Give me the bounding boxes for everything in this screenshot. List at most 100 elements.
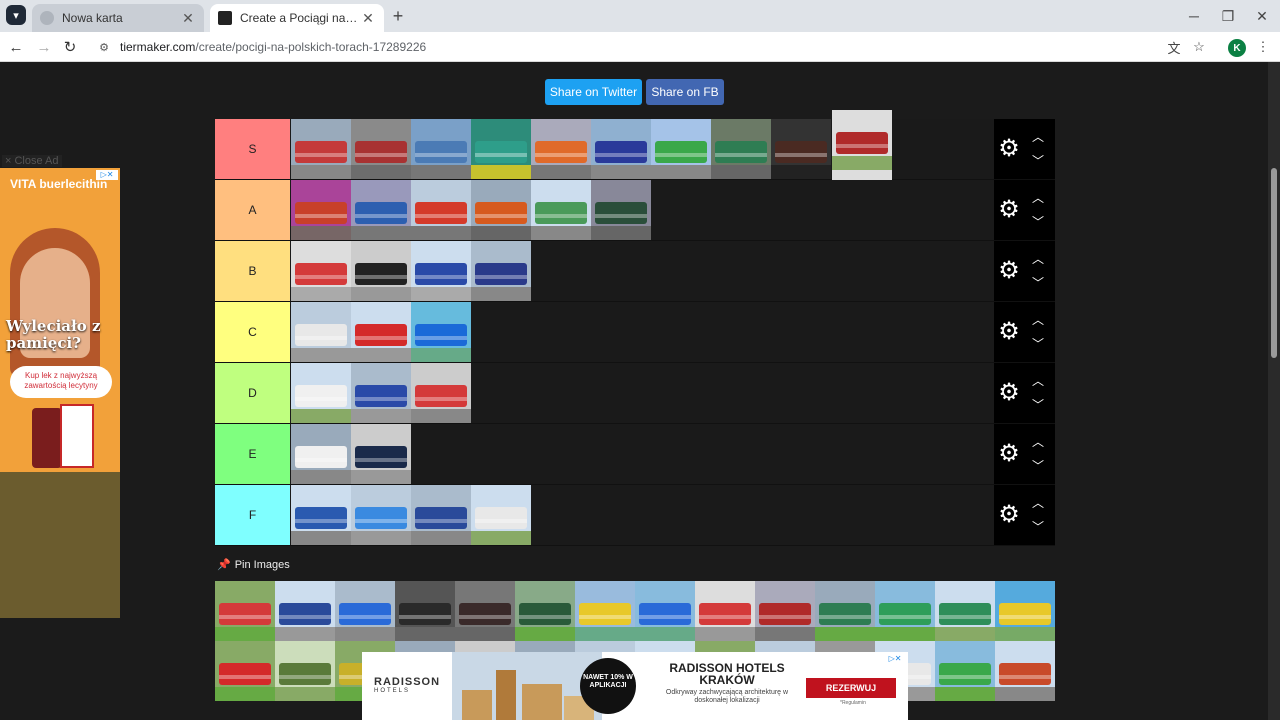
tier-label[interactable]: S xyxy=(215,119,290,179)
chevron-up-icon[interactable]: ︿ xyxy=(1030,251,1046,266)
translate-icon[interactable]: 文 xyxy=(1164,37,1184,57)
pool-image[interactable] xyxy=(875,581,935,641)
tier-image[interactable] xyxy=(351,241,411,301)
minimize-icon[interactable]: ─ xyxy=(1182,6,1206,26)
chevron-up-icon[interactable]: ︿ xyxy=(1030,434,1046,449)
gear-icon[interactable]: ⚙ xyxy=(998,319,1020,345)
tier-image[interactable] xyxy=(411,302,471,362)
tier-image[interactable] xyxy=(291,424,351,484)
tier-label[interactable]: A xyxy=(215,180,290,240)
ad-cta[interactable]: Kup lek z najwyższą zawartością lecytyny xyxy=(10,366,112,398)
address-bar[interactable]: ⚙ tiermaker.com/create/pocigi-na-polskic… xyxy=(88,35,1218,59)
pool-image[interactable] xyxy=(995,581,1055,641)
gear-icon[interactable]: ⚙ xyxy=(998,258,1020,284)
pool-image[interactable] xyxy=(755,581,815,641)
tier-image[interactable] xyxy=(531,180,591,240)
tab-tiermaker[interactable]: Create a Pociągi na Polskich Torach ✕ xyxy=(210,4,384,32)
tier-image[interactable] xyxy=(471,241,531,301)
pool-image[interactable] xyxy=(635,581,695,641)
tier-items[interactable] xyxy=(291,302,993,362)
side-advertisement[interactable]: VITA buerlecithin ▷✕ Wyleciało z pamięci… xyxy=(0,168,120,618)
gear-icon[interactable]: ⚙ xyxy=(998,136,1020,162)
tab-new-tab[interactable]: Nowa karta ✕ xyxy=(32,4,204,32)
pool-image[interactable] xyxy=(695,581,755,641)
tab-search-icon[interactable]: ▾ xyxy=(6,5,26,25)
tier-items[interactable] xyxy=(291,485,993,545)
pin-images-header[interactable]: 📌 Pin Images xyxy=(217,558,290,572)
pool-image[interactable] xyxy=(275,581,335,641)
profile-avatar[interactable]: K xyxy=(1228,39,1246,57)
tier-image[interactable] xyxy=(351,485,411,545)
dragged-image[interactable] xyxy=(832,110,892,180)
chevron-down-icon[interactable]: ﹀ xyxy=(1030,153,1046,168)
chevron-up-icon[interactable]: ︿ xyxy=(1030,129,1046,144)
reload-icon[interactable]: ↻ xyxy=(60,37,80,57)
tier-image[interactable] xyxy=(591,119,651,179)
pool-image[interactable] xyxy=(215,641,275,701)
tier-label[interactable]: F xyxy=(215,485,290,545)
tier-image[interactable] xyxy=(351,180,411,240)
tier-image[interactable] xyxy=(411,363,471,423)
tier-image[interactable] xyxy=(291,302,351,362)
site-settings-icon[interactable]: ⚙ xyxy=(94,41,114,54)
pool-image[interactable] xyxy=(335,581,395,641)
tier-items[interactable] xyxy=(291,363,993,423)
bottom-advertisement[interactable]: RADISSON HOTELS NAWET 10% W APLIKACJI RAD… xyxy=(362,652,908,720)
back-icon[interactable]: ← xyxy=(6,37,26,57)
tier-items[interactable] xyxy=(291,424,993,484)
tier-image[interactable] xyxy=(591,180,651,240)
dragged-image-thumb[interactable] xyxy=(832,110,892,180)
tier-image[interactable] xyxy=(291,180,351,240)
tier-image[interactable] xyxy=(351,302,411,362)
chevron-down-icon[interactable]: ﹀ xyxy=(1030,458,1046,473)
chevron-up-icon[interactable]: ︿ xyxy=(1030,495,1046,510)
pool-image[interactable] xyxy=(995,641,1055,701)
tier-label[interactable]: E xyxy=(215,424,290,484)
gear-icon[interactable]: ⚙ xyxy=(998,197,1020,223)
tier-image[interactable] xyxy=(291,119,351,179)
adchoices-icon[interactable]: ▷✕ xyxy=(96,170,118,180)
pool-image[interactable] xyxy=(455,581,515,641)
chevron-down-icon[interactable]: ﹀ xyxy=(1030,214,1046,229)
tier-image[interactable] xyxy=(771,119,831,179)
chevron-down-icon[interactable]: ﹀ xyxy=(1030,519,1046,534)
gear-icon[interactable]: ⚙ xyxy=(998,441,1020,467)
tier-items[interactable] xyxy=(291,241,993,301)
pool-image[interactable] xyxy=(575,581,635,641)
tier-image[interactable] xyxy=(711,119,771,179)
chevron-up-icon[interactable]: ︿ xyxy=(1030,312,1046,327)
gear-icon[interactable]: ⚙ xyxy=(998,380,1020,406)
adchoices-icon[interactable]: ▷✕ xyxy=(884,654,906,664)
pool-image[interactable] xyxy=(215,581,275,641)
chevron-up-icon[interactable]: ︿ xyxy=(1030,373,1046,388)
pool-image[interactable] xyxy=(515,581,575,641)
tier-label[interactable]: D xyxy=(215,363,290,423)
tier-image[interactable] xyxy=(411,180,471,240)
scrollbar-thumb[interactable] xyxy=(1271,168,1277,358)
bookmark-star-icon[interactable]: ☆ xyxy=(1189,37,1209,57)
forward-icon[interactable]: → xyxy=(34,37,54,57)
pool-image[interactable] xyxy=(395,581,455,641)
gear-icon[interactable]: ⚙ xyxy=(998,502,1020,528)
menu-kebab-icon[interactable]: ⋮ xyxy=(1253,37,1273,57)
chevron-up-icon[interactable]: ︿ xyxy=(1030,190,1046,205)
tier-label[interactable]: B xyxy=(215,241,290,301)
chevron-down-icon[interactable]: ﹀ xyxy=(1030,336,1046,351)
tier-image[interactable] xyxy=(351,424,411,484)
tier-image[interactable] xyxy=(471,119,531,179)
tier-image[interactable] xyxy=(291,241,351,301)
pool-image[interactable] xyxy=(815,581,875,641)
close-icon[interactable]: ✕ xyxy=(360,10,376,27)
tier-image[interactable] xyxy=(291,363,351,423)
pool-image[interactable] xyxy=(935,641,995,701)
close-icon[interactable]: ✕ xyxy=(180,10,196,27)
tier-image[interactable] xyxy=(471,485,531,545)
chevron-down-icon[interactable]: ﹀ xyxy=(1030,275,1046,290)
tier-label[interactable]: C xyxy=(215,302,290,362)
page-scrollbar[interactable] xyxy=(1268,62,1280,720)
tier-image[interactable] xyxy=(411,485,471,545)
close-ad-button[interactable]: × Close Ad xyxy=(2,155,62,167)
pool-image[interactable] xyxy=(275,641,335,701)
ad-reserve-button[interactable]: REZERWUJ xyxy=(806,678,896,698)
pool-image[interactable] xyxy=(935,581,995,641)
